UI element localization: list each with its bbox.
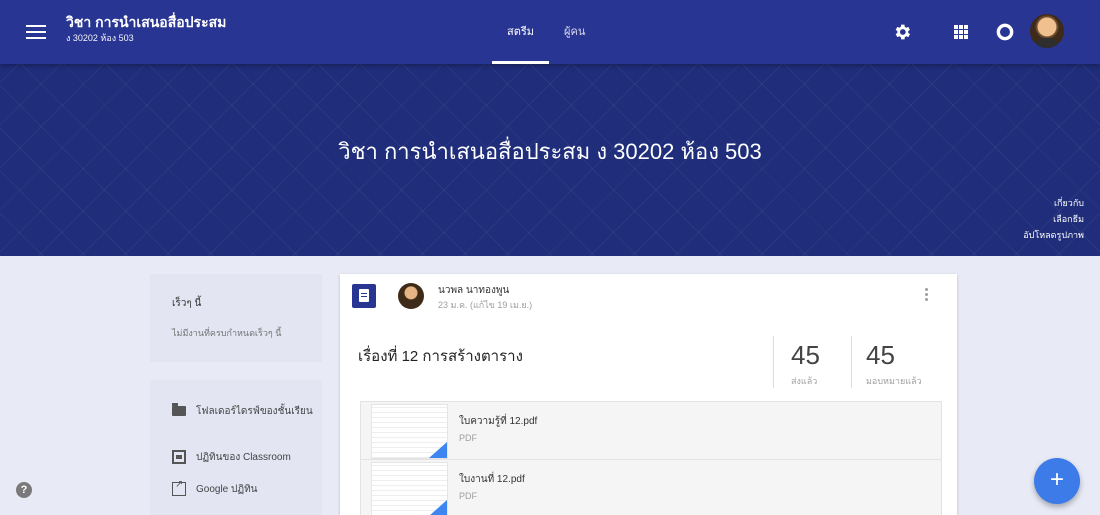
stat-divider — [851, 336, 852, 388]
assignment-title[interactable]: เรื่องที่ 12 การสร้างตาราง — [358, 344, 523, 368]
add-button[interactable]: + — [1034, 458, 1080, 504]
pdf-thumbnail — [371, 462, 448, 515]
author-name: นวพล นาทองพูน — [438, 285, 510, 296]
calendar-icon — [172, 450, 186, 464]
assigned-count: 45 — [866, 340, 895, 370]
class-banner: วิชา การนำเสนอสื่อประสม ง 30202 ห้อง 503… — [0, 64, 1100, 256]
turned-in-count: 45 — [791, 340, 820, 370]
avatar[interactable] — [1030, 14, 1064, 48]
attachment-type: PDF — [459, 491, 477, 501]
assigned-stat[interactable]: 45 มอบหมายแล้ว — [866, 340, 922, 388]
attachment-name: ใบความรู้ที่ 12.pdf — [459, 416, 538, 427]
attachment-item[interactable]: ใบงานที่ 12.pdf PDF — [360, 459, 942, 515]
apps-icon[interactable] — [954, 25, 968, 39]
classroom-calendar-label: ปฏิทินของ Classroom — [196, 452, 291, 463]
top-app-bar: วิชา การนำเสนอสื่อประสม ง 30202 ห้อง 503… — [0, 0, 1100, 64]
google-calendar-link[interactable]: Google ปฏิทิน — [172, 479, 258, 497]
menu-icon[interactable] — [26, 22, 46, 42]
upcoming-text: ไม่มีงานที่ครบกำหนดเร็วๆ นี้ — [172, 328, 282, 338]
more-options-icon[interactable] — [925, 288, 929, 303]
assignment-icon — [352, 284, 376, 308]
attachment-type: PDF — [459, 433, 477, 443]
assigned-label: มอบหมายแล้ว — [866, 376, 922, 386]
class-links-card: โฟลเดอร์ไดรฟ์ของชั้นเรียน ปฏิทินของ Clas… — [150, 380, 322, 515]
upload-photo-link[interactable]: อัปโหลดรูปภาพ — [1023, 227, 1084, 243]
turned-in-stat[interactable]: 45 ส่งแล้ว — [791, 340, 820, 388]
stat-divider — [773, 336, 774, 388]
select-theme-link[interactable]: เลือกธีม — [1023, 211, 1084, 227]
google-calendar-label: Google ปฏิทิน — [196, 484, 258, 495]
notification-icon[interactable] — [995, 22, 1015, 42]
assignment-card: นวพล นาทองพูน 23 ม.ค. (แก้ไข 19 เม.ย.) เ… — [340, 274, 957, 515]
attachment-name: ใบงานที่ 12.pdf — [459, 474, 525, 485]
classroom-calendar-link[interactable]: ปฏิทินของ Classroom — [172, 450, 291, 465]
upcoming-card: เร็วๆ นี้ ไม่มีงานที่ครบกำหนดเร็วๆ นี้ — [150, 274, 322, 362]
drive-folder-label: โฟลเดอร์ไดรฟ์ของชั้นเรียน — [196, 406, 313, 417]
pdf-thumbnail — [371, 404, 448, 459]
upcoming-title: เร็วๆ นี้ — [172, 298, 202, 309]
post-date: 23 ม.ค. (แก้ไข 19 เม.ย.) — [438, 300, 533, 310]
author-avatar — [398, 283, 424, 309]
about-link[interactable]: เกี่ยวกับ — [1023, 195, 1084, 211]
tab-bar: สตรีม ผู้คน — [492, 0, 600, 64]
tab-people[interactable]: ผู้คน — [549, 0, 600, 64]
tab-stream[interactable]: สตรีม — [492, 0, 550, 64]
turned-in-label: ส่งแล้ว — [791, 376, 818, 386]
external-link-icon — [172, 479, 186, 496]
banner-title: วิชา การนำเสนอสื่อประสม ง 30202 ห้อง 503 — [338, 139, 762, 164]
help-icon[interactable]: ? — [16, 482, 32, 498]
folder-icon — [172, 403, 186, 416]
gear-icon[interactable] — [892, 22, 912, 42]
banner-links: เกี่ยวกับ เลือกธีม อัปโหลดรูปภาพ — [1023, 195, 1084, 243]
attachment-item[interactable]: ใบความรู้ที่ 12.pdf PDF — [360, 401, 942, 460]
drive-folder-link[interactable]: โฟลเดอร์ไดรฟ์ของชั้นเรียน — [172, 403, 316, 419]
class-subtitle: ง 30202 ห้อง 503 — [66, 33, 134, 43]
